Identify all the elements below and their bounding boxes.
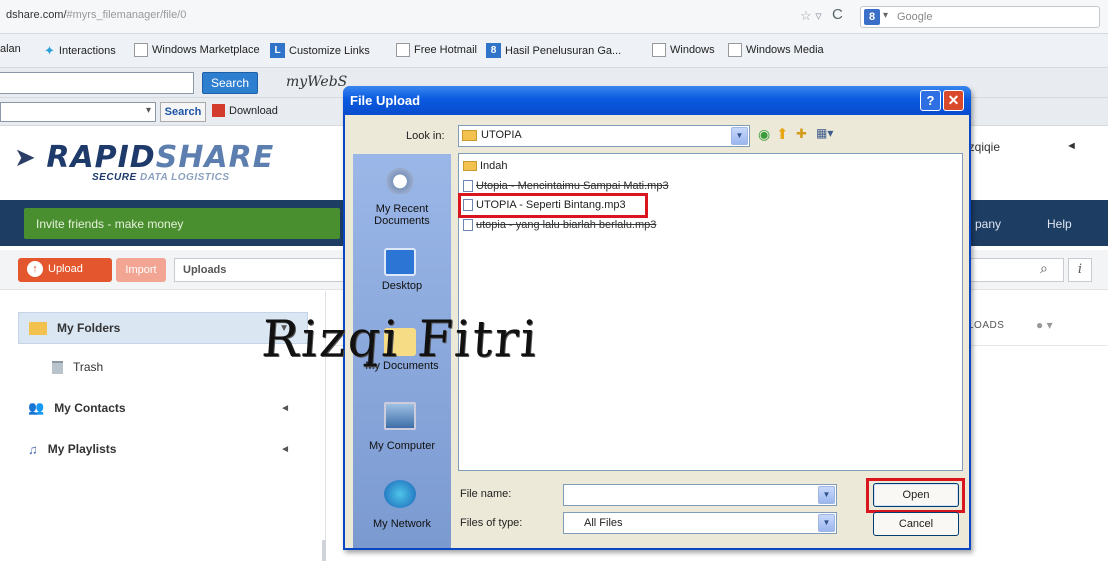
upload-button[interactable]: ↑ Upload bbox=[18, 258, 112, 282]
import-button[interactable]: Import bbox=[116, 258, 166, 282]
search-icon[interactable]: ⌕ bbox=[1040, 260, 1048, 277]
folder-icon bbox=[462, 130, 477, 141]
desktop-icon bbox=[384, 248, 416, 276]
look-in-select[interactable]: UTOPIA ▼ bbox=[458, 125, 750, 147]
open-button-highlight bbox=[866, 478, 965, 513]
download-button[interactable]: Download bbox=[212, 104, 278, 117]
chevron-down-icon[interactable]: ▼ bbox=[818, 514, 835, 532]
uploads-folder-select[interactable]: Uploads bbox=[174, 258, 354, 282]
search-engine-box[interactable]: 8 ▾ Google bbox=[860, 6, 1100, 28]
chevron-left-icon: ◄ bbox=[280, 402, 290, 414]
toolbar-search-input[interactable] bbox=[0, 72, 194, 94]
file-name-label: File name: bbox=[460, 488, 512, 500]
chevron-down-icon[interactable]: ▾ bbox=[883, 10, 888, 21]
contacts-icon: 👥 bbox=[28, 400, 45, 415]
bookmark-item[interactable]: Free Hotmail bbox=[396, 43, 477, 57]
place-desktop[interactable]: Desktop bbox=[353, 280, 451, 292]
reload-icon[interactable]: C bbox=[832, 6, 843, 23]
place-network[interactable]: My Network bbox=[353, 518, 451, 530]
up-folder-icon[interactable]: ⬆ bbox=[776, 125, 789, 143]
cancel-button[interactable]: Cancel bbox=[873, 512, 959, 536]
list-item[interactable]: Utopia - Mencintaimu Sampai Mati.mp3 bbox=[463, 180, 669, 192]
info-icon[interactable]: i bbox=[1068, 258, 1092, 282]
close-icon[interactable]: ✕ bbox=[943, 90, 964, 111]
bookmark-item[interactable]: alan bbox=[0, 43, 21, 55]
file-name-input[interactable]: ▼ bbox=[563, 484, 837, 506]
rapidshare-tagline: SECURE DATA LOGISTICS bbox=[92, 172, 230, 183]
new-folder-icon[interactable]: ✚ bbox=[796, 126, 807, 142]
back-icon[interactable]: ◉ bbox=[758, 126, 770, 143]
page-icon bbox=[134, 43, 148, 57]
bookmark-item[interactable]: Windows bbox=[652, 43, 715, 57]
mywebsearch-logo[interactable]: myWebS bbox=[286, 74, 347, 90]
toolbar-search-button[interactable]: Search bbox=[202, 72, 258, 94]
page-icon bbox=[728, 43, 742, 57]
watermark-signature: Rizqi Fitri bbox=[259, 310, 541, 368]
page-icon bbox=[396, 43, 410, 57]
bookmark-star-icon[interactable]: ☆ ▿ bbox=[800, 8, 822, 24]
recent-documents-icon bbox=[384, 166, 416, 194]
nav-company-link[interactable]: pany bbox=[975, 217, 1001, 231]
network-icon bbox=[384, 480, 416, 508]
nav-help-link[interactable]: Help bbox=[1047, 217, 1072, 231]
help-icon[interactable]: ? bbox=[920, 90, 941, 111]
search-engine-placeholder: Google bbox=[897, 11, 933, 23]
chevron-down-icon[interactable]: ▼ bbox=[818, 486, 835, 504]
bing-icon: 8 bbox=[486, 43, 501, 58]
file-type-select[interactable]: All Files ▼ bbox=[563, 512, 837, 534]
dialog-titlebar[interactable] bbox=[343, 86, 971, 115]
download-icon bbox=[212, 104, 225, 117]
google-logo-icon: 8 bbox=[864, 9, 880, 25]
audio-file-icon bbox=[463, 180, 473, 192]
invite-friends-button[interactable]: Invite friends - make money bbox=[24, 208, 340, 239]
settings-icon[interactable]: ● ▾ bbox=[1036, 318, 1053, 332]
bookmark-item[interactable]: 8 Hasil Penelusuran Ga... bbox=[486, 43, 621, 58]
folder-icon bbox=[29, 321, 47, 335]
chevron-down-icon: ▾ bbox=[145, 105, 151, 116]
bookmark-item[interactable]: ✦ Interactions bbox=[44, 43, 116, 59]
customize-icon: L bbox=[270, 43, 285, 58]
bookmark-item[interactable]: L Customize Links bbox=[270, 43, 370, 58]
user-menu-triangle-icon[interactable]: ◄ bbox=[1066, 140, 1077, 152]
place-recent[interactable]: My Recent Documents bbox=[353, 203, 451, 227]
sidebar-item-trash[interactable]: Trash bbox=[52, 351, 172, 383]
rapidshare-logo[interactable]: RAPIDSHARE bbox=[12, 140, 274, 175]
audio-file-icon bbox=[463, 219, 473, 231]
file-type-label: Files of type: bbox=[460, 517, 523, 529]
url-bar[interactable]: dshare.com/#myrs_filemanager/file/0 ☆ ▿ … bbox=[0, 0, 1108, 34]
view-menu-icon[interactable]: ▦▾ bbox=[816, 126, 833, 140]
toolbar-search-small-button[interactable]: Search bbox=[160, 102, 206, 122]
list-item[interactable]: Indah bbox=[463, 160, 508, 172]
dialog-title: File Upload bbox=[350, 93, 421, 108]
folder-icon bbox=[463, 161, 477, 171]
trash-icon bbox=[52, 360, 63, 374]
twitter-bird-icon: ✦ bbox=[44, 43, 55, 58]
cloud-upload-icon: ↑ bbox=[27, 261, 43, 277]
toolbar-dropdown[interactable]: ▾ bbox=[0, 102, 156, 122]
selected-file-highlight bbox=[458, 193, 648, 218]
look-in-label: Look in: bbox=[406, 130, 445, 142]
page-icon bbox=[652, 43, 666, 57]
url-text[interactable]: dshare.com/#myrs_filemanager/file/0 bbox=[6, 9, 186, 21]
bookmark-item[interactable]: Windows Media bbox=[728, 43, 824, 57]
list-item[interactable]: utopia - yang lalu biarlah berlalu.mp3 bbox=[463, 219, 656, 231]
sidebar-item-my-contacts[interactable]: 👥 My Contacts ◄ bbox=[18, 392, 308, 424]
chevron-down-icon[interactable]: ▼ bbox=[731, 127, 748, 145]
sidebar-item-my-playlists[interactable]: ♫ My Playlists ◄ bbox=[18, 433, 308, 465]
bookmarks-bar: alan ✦ Interactions Windows Marketplace L… bbox=[0, 34, 1108, 68]
chevron-left-icon: ◄ bbox=[280, 443, 290, 455]
panel-divider[interactable] bbox=[322, 540, 326, 561]
computer-icon bbox=[384, 402, 416, 430]
music-note-icon: ♫ bbox=[28, 441, 38, 457]
bookmark-item[interactable]: Windows Marketplace bbox=[134, 43, 260, 57]
place-computer[interactable]: My Computer bbox=[353, 440, 451, 452]
uploads-column-header[interactable]: LOADS bbox=[968, 320, 1004, 331]
file-search-input[interactable] bbox=[960, 258, 1064, 282]
